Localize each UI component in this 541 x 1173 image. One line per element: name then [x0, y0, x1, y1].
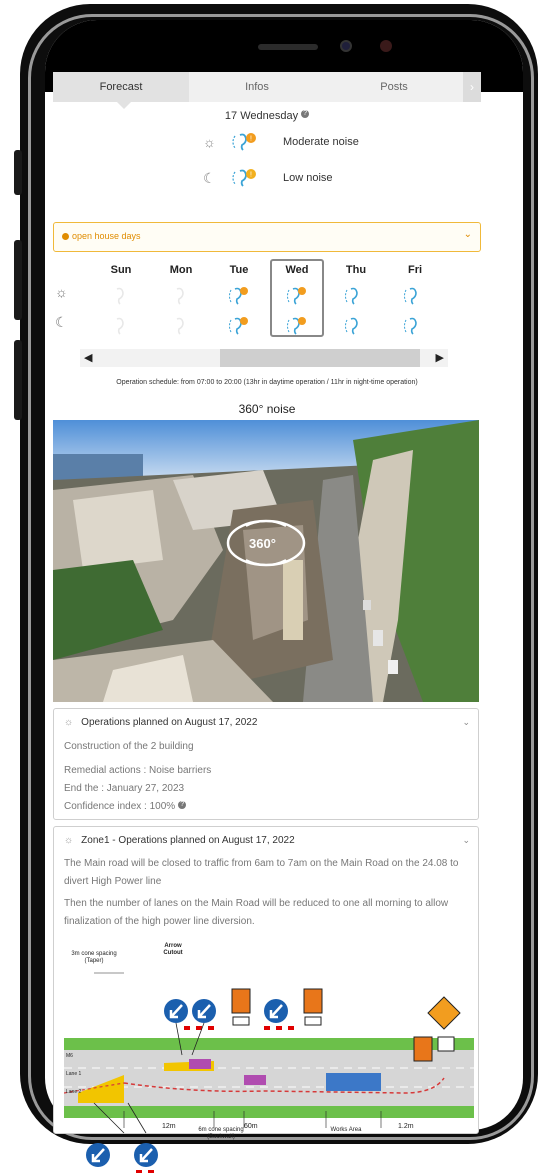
- day-sun[interactable]: Sun: [101, 264, 141, 276]
- svg-text:!: !: [250, 172, 252, 179]
- front-camera: [340, 40, 352, 52]
- help-icon[interactable]: ?: [301, 110, 310, 118]
- label-lane-2: Lane 2: [66, 1089, 82, 1095]
- sun-icon: ☼: [55, 284, 68, 300]
- label-cone-backwall: 6m cone spacing (Backwall): [198, 1127, 244, 1140]
- scroll-left-icon[interactable]: ◀: [84, 351, 92, 364]
- label-60m: 60m: [244, 1123, 258, 1130]
- label-cone-taper: 3m cone spacing (Taper): [71, 951, 117, 964]
- open-house-banner[interactable]: open house days ⌄: [53, 222, 481, 252]
- ear-noise-icon: !: [232, 169, 256, 187]
- help-icon[interactable]: ?: [178, 801, 187, 809]
- sun-icon: ☼: [64, 717, 74, 728]
- operations-card-1[interactable]: ☼ Operations planned on August 17, 2022 ⌄…: [53, 708, 479, 820]
- noise360-title: 360° noise: [238, 402, 296, 416]
- sun-icon: ☼: [203, 134, 216, 150]
- card1-line4-wrap: Confidence index : 100%?: [64, 801, 187, 812]
- card2-paragraph-2: Then the number of lanes on the Main Roa…: [64, 898, 449, 927]
- label-lane-m6: M6: [66, 1053, 73, 1059]
- card2-paragraph-1: The Main road will be closed to traffic …: [64, 858, 459, 887]
- chevron-down-icon[interactable]: ⌄: [462, 835, 470, 846]
- tab-forecast[interactable]: Forecast: [53, 72, 189, 102]
- card1-line3: End the : January 27, 2023: [64, 783, 185, 794]
- speaker: [258, 44, 318, 50]
- day-tue[interactable]: Tue: [219, 264, 259, 276]
- operation-schedule: Operation schedule: from 07:00 to 20:00 …: [116, 379, 418, 386]
- card2-header: ☼ Zone1 - Operations planned on August 17…: [64, 835, 295, 846]
- ear-noise-icon: [345, 317, 358, 335]
- traffic-diagram: [64, 972, 474, 1173]
- active-tab-indicator: [117, 102, 131, 109]
- night-noise-row: ☾ ! Low noise: [53, 168, 481, 190]
- ear-noise-icon: [287, 287, 306, 305]
- tab-scroll-right-icon[interactable]: ›: [463, 72, 481, 102]
- day-noise-row: ☼ ! Moderate noise: [53, 132, 481, 154]
- tab-infos[interactable]: Infos: [189, 72, 325, 102]
- tab-bar: Forecast Infos Posts ›: [53, 72, 481, 102]
- label-12m: 12m: [162, 1123, 176, 1130]
- card1-line1: Construction of the 2 building: [64, 741, 194, 752]
- day-wed[interactable]: Wed: [277, 264, 317, 276]
- label-lane-1: Lane 1: [66, 1071, 82, 1077]
- panorama-photo[interactable]: 360°: [53, 420, 479, 702]
- chevron-down-icon[interactable]: ⌄: [464, 229, 472, 240]
- label-1-2m: 1.2m: [398, 1123, 414, 1130]
- operations-card-2[interactable]: ☼ Zone1 - Operations planned on August 17…: [53, 826, 479, 1173]
- ear-noise-icon: [404, 287, 417, 305]
- ear-noise-icon: [229, 287, 248, 305]
- ear-noise-icon: [404, 317, 417, 335]
- forecast-date-text: 17 Wednesday: [224, 110, 299, 122]
- ear-noise-icon: [116, 317, 124, 335]
- day-fri[interactable]: Fri: [395, 264, 435, 276]
- svg-text:!: !: [250, 136, 252, 143]
- week-strip: Sun Mon Tue Wed Thu Fri ☼ ☾: [53, 259, 481, 344]
- card1-line2: Remedial actions : Noise barriers: [64, 765, 212, 776]
- label-arrow-cutout: Arrow Cutout: [163, 943, 183, 956]
- ear-noise-icon: [229, 317, 248, 335]
- ear-noise-icon: [287, 317, 306, 335]
- forecast-date: 17 Wednesday?: [53, 110, 481, 122]
- scroll-right-icon[interactable]: ▶: [436, 351, 444, 364]
- sensor: [380, 40, 392, 52]
- day-noise-label: Moderate noise: [283, 136, 359, 148]
- notch: [170, 20, 395, 78]
- chevron-down-icon[interactable]: ⌄: [462, 717, 470, 728]
- night-noise-label: Low noise: [283, 172, 333, 184]
- phone-volume-down: [14, 340, 22, 420]
- tab-posts[interactable]: Posts: [325, 72, 463, 102]
- moon-icon: ☾: [55, 314, 68, 330]
- scrollbar-thumb[interactable]: [220, 349, 420, 367]
- label-works-area: Works Area: [330, 1127, 362, 1133]
- card1-header-text: Operations planned on August 17, 2022: [81, 717, 258, 728]
- sun-icon: ☼: [64, 835, 74, 846]
- card1-line4: Confidence index : 100%: [64, 801, 176, 812]
- phone-volume-up: [14, 240, 22, 320]
- ear-noise-icon: [116, 287, 124, 305]
- card1-header: ☼ Operations planned on August 17, 2022: [64, 717, 257, 728]
- badge-360: 360°: [249, 536, 276, 551]
- panorama-image: [53, 420, 479, 702]
- banner-text: open house days: [72, 231, 141, 241]
- banner-text-wrap: open house days: [62, 231, 141, 241]
- ear-noise-icon: [345, 287, 358, 305]
- day-thu[interactable]: Thu: [336, 264, 376, 276]
- ear-noise-icon: [176, 317, 184, 335]
- ear-noise-icon: [176, 287, 184, 305]
- phone-silent-switch: [14, 150, 22, 195]
- week-scrollbar[interactable]: ◀ ▶: [80, 349, 448, 367]
- moon-icon: ☾: [203, 170, 216, 186]
- day-mon[interactable]: Mon: [161, 264, 201, 276]
- ear-noise-icon: !: [232, 133, 256, 151]
- card2-header-text: Zone1 - Operations planned on August 17,…: [81, 835, 295, 846]
- info-icon: [62, 233, 69, 240]
- app-content: Forecast Infos Posts › 17 Wednesday? ☼ !…: [53, 72, 481, 1173]
